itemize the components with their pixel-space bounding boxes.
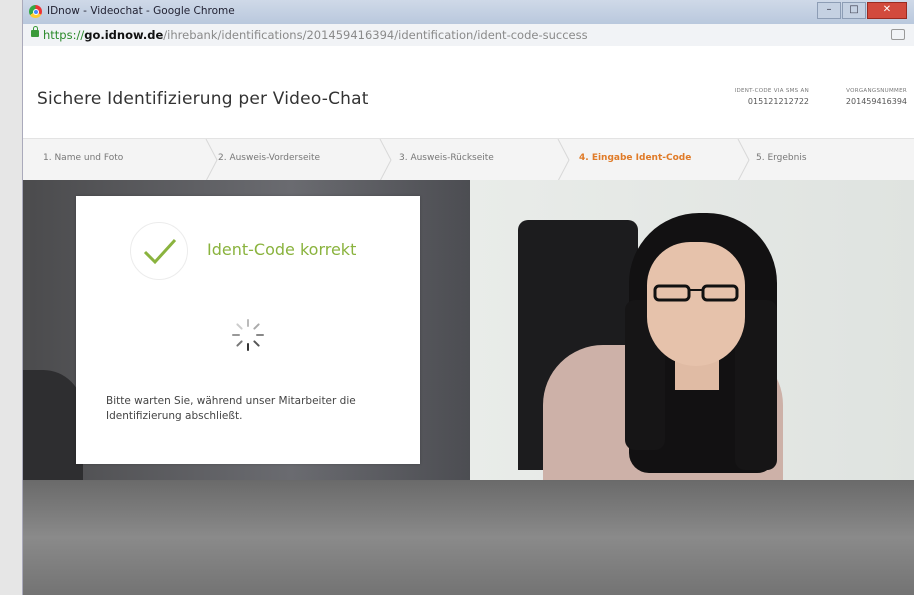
maximize-button[interactable]: □ xyxy=(842,2,866,19)
step-name-foto: 1. Name und Foto xyxy=(43,153,124,163)
progress-steps: 1. Name und Foto 2. Ausweis-Vorderseite … xyxy=(23,138,914,182)
lock-icon xyxy=(31,26,39,37)
card-title: Ident-Code korrekt xyxy=(207,240,357,259)
step-ergebnis: 5. Ergebnis xyxy=(756,153,807,163)
vorgang-info: VORGANGSNUMMER 201459416394 xyxy=(846,88,907,106)
chrome-icon xyxy=(29,5,42,18)
ident-code-value: 015121212722 xyxy=(747,97,809,106)
url-path: /ihrebank/identifications/201459416394/i… xyxy=(163,28,588,42)
address-bar[interactable]: https://go.idnow.de/ihrebank/identificat… xyxy=(23,24,914,47)
page-header: Sichere Identifizierung per Video-Chat I… xyxy=(23,46,914,138)
url-text[interactable]: https://go.idnow.de/ihrebank/identificat… xyxy=(43,28,588,42)
url-scheme: https:// xyxy=(43,28,85,42)
step-ausweis-rueckseite: 3. Ausweis-Rückseite xyxy=(399,153,494,163)
step-separator xyxy=(379,139,393,181)
card-message: Bitte warten Sie, während unser Mitarbei… xyxy=(106,395,356,422)
page-action-icon[interactable] xyxy=(891,29,905,40)
url-host: go.idnow.de xyxy=(84,28,164,42)
ident-code-label: IDENT-CODE VIA SMS AN xyxy=(734,88,809,94)
window-controls: – □ ✕ xyxy=(817,2,907,19)
check-icon xyxy=(130,222,188,280)
minimize-button[interactable]: – xyxy=(817,2,841,19)
vorgang-value: 201459416394 xyxy=(845,97,907,106)
page-title: Sichere Identifizierung per Video-Chat xyxy=(37,89,369,109)
browser-window: IDnow - Videochat - Google Chrome – □ ✕ … xyxy=(22,0,914,595)
video-bottom-bar xyxy=(23,480,914,595)
loading-spinner-icon xyxy=(232,319,264,351)
window-title: IDnow - Videochat - Google Chrome xyxy=(47,5,235,17)
agent-face xyxy=(647,242,745,366)
step-ausweis-vorderseite: 2. Ausweis-Vorderseite xyxy=(218,153,321,163)
vorgang-label: VORGANGSNUMMER xyxy=(846,88,907,94)
agent-glasses xyxy=(653,284,739,302)
title-bar: IDnow - Videochat - Google Chrome – □ ✕ xyxy=(23,0,914,25)
step-separator xyxy=(737,139,751,181)
close-button[interactable]: ✕ xyxy=(867,2,907,19)
ident-code-success-card: Ident-Code korrekt Bitte warten Sie, wäh… xyxy=(76,196,420,464)
step-eingabe-ident-code: 4. Eingabe Ident-Code xyxy=(579,153,692,163)
ident-code-info: IDENT-CODE VIA SMS AN 015121212722 xyxy=(735,88,809,106)
step-separator xyxy=(557,139,571,181)
step-separator xyxy=(205,139,219,181)
